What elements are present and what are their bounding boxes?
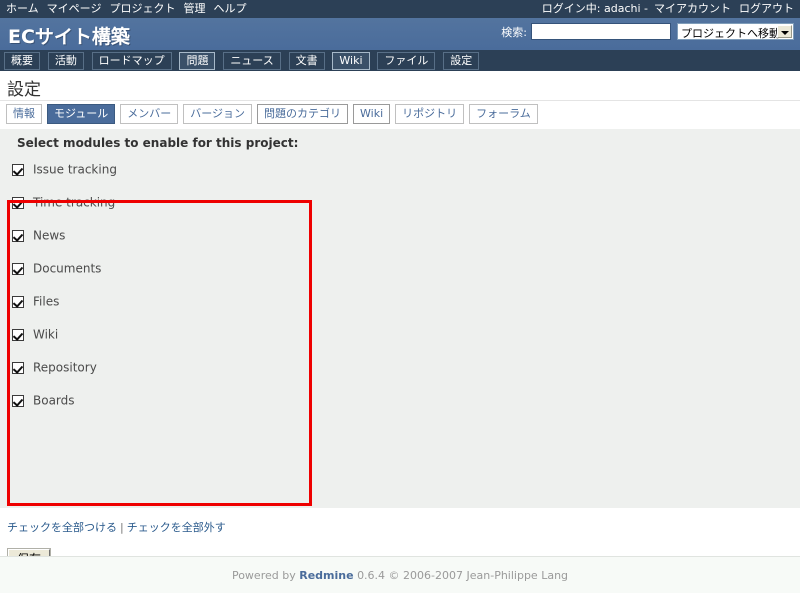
logout-link[interactable]: ログアウト xyxy=(739,2,794,15)
checkbox-time-tracking[interactable] xyxy=(12,196,24,209)
top-menu-item-help[interactable]: ヘルプ xyxy=(213,2,246,15)
module-row-wiki[interactable]: Wiki xyxy=(12,326,117,359)
logged-as-label: ログイン中: adachi - xyxy=(541,2,648,15)
menu-item-issues[interactable]: 問題 xyxy=(179,52,216,70)
top-menu-item-my-page[interactable]: マイページ xyxy=(47,2,102,15)
page-root: ホーム マイページ プロジェクト 管理 ヘルプ ログイン中: adachi - マイアカウ… xyxy=(0,0,800,593)
menu-item-files[interactable]: ファイル xyxy=(377,52,436,70)
menu-link-news[interactable]: ニュース xyxy=(223,52,281,70)
settings-tabs: 情報 モジュール メンバー バージョン 問題のカテゴリ Wiki リポジトリ フォーラム xyxy=(6,104,543,124)
top-menu-links: ホーム マイページ プロジェクト 管理 ヘルプ xyxy=(6,0,254,18)
tab-info[interactable]: 情報 xyxy=(6,104,42,124)
module-label-wiki: Wiki xyxy=(33,327,59,342)
checkbox-news[interactable] xyxy=(12,229,24,242)
menu-item-settings[interactable]: 設定 xyxy=(443,52,480,70)
tab-issue-categories[interactable]: 問題のカテゴリ xyxy=(257,104,349,124)
search-input[interactable] xyxy=(531,23,671,40)
chevron-down-icon[interactable] xyxy=(777,25,792,38)
top-menu-item-home[interactable]: ホーム xyxy=(6,2,39,15)
module-label-news: News xyxy=(33,228,66,243)
tab-repository[interactable]: リポジトリ xyxy=(395,104,465,124)
module-label-time-tracking: Time tracking xyxy=(33,195,116,210)
redmine-link[interactable]: Redmine xyxy=(299,569,353,582)
menu-item-wiki[interactable]: Wiki xyxy=(332,52,370,70)
account-links: ログイン中: adachi - マイアカウント ログアウト xyxy=(542,0,794,18)
checkbox-repository[interactable] xyxy=(12,361,24,374)
project-title: ECサイト構築 xyxy=(8,26,130,48)
module-row-documents[interactable]: Documents xyxy=(12,260,117,293)
module-row-repository[interactable]: Repository xyxy=(12,359,117,392)
title-divider xyxy=(0,100,800,101)
search-label: 検索: xyxy=(501,25,527,39)
tab-boards[interactable]: フォーラム xyxy=(469,104,538,124)
menu-link-documents[interactable]: 文書 xyxy=(288,52,325,70)
menu-link-issues[interactable]: 問題 xyxy=(179,52,216,70)
checkbox-documents[interactable] xyxy=(12,262,24,275)
checkbox-issue-tracking[interactable] xyxy=(12,163,24,176)
module-row-files[interactable]: Files xyxy=(12,293,117,326)
checkbox-boards[interactable] xyxy=(12,394,24,407)
menu-link-settings[interactable]: 設定 xyxy=(443,52,480,70)
project-menu-list: 概要 活動 ロードマップ 問題 ニュース 文書 Wiki ファイル 設定 xyxy=(4,52,483,70)
menu-item-activity[interactable]: 活動 xyxy=(47,52,84,70)
module-label-issue-tracking: Issue tracking xyxy=(33,162,117,177)
menu-item-overview[interactable]: 概要 xyxy=(4,52,40,70)
menu-link-wiki[interactable]: Wiki xyxy=(332,52,370,70)
tab-members[interactable]: メンバー xyxy=(120,104,179,124)
module-row-boards[interactable]: Boards xyxy=(12,392,117,425)
module-row-issue-tracking[interactable]: Issue tracking xyxy=(12,161,117,194)
modules-legend: Select modules to enable for this projec… xyxy=(17,136,299,150)
check-all-link[interactable]: チェックを全部つける xyxy=(7,521,117,534)
checkbox-files[interactable] xyxy=(12,295,24,308)
link-separator: | xyxy=(120,521,124,534)
modules-fieldset: Select modules to enable for this projec… xyxy=(0,128,800,508)
project-jump-label: プロジェクトへ移動... xyxy=(681,27,791,40)
page-title: 設定 xyxy=(7,80,41,100)
content-area: 設定 情報 モジュール メンバー バージョン 問題のカテゴリ Wiki リポジトリ フォーラム… xyxy=(0,71,800,572)
module-label-documents: Documents xyxy=(33,261,102,276)
tab-wiki[interactable]: Wiki xyxy=(353,104,391,124)
footer-text: Powered by Redmine 0.6.4 © 2006-2007 Jea… xyxy=(0,569,800,582)
checkbox-wiki[interactable] xyxy=(12,328,24,341)
project-menu-bar: 概要 活動 ロードマップ 問題 ニュース 文書 Wiki ファイル 設定 xyxy=(0,50,800,71)
module-row-news[interactable]: News xyxy=(12,227,117,260)
my-account-link[interactable]: マイアカウント xyxy=(654,2,731,15)
menu-link-files[interactable]: ファイル xyxy=(377,52,436,70)
top-menu-item-administration[interactable]: 管理 xyxy=(183,2,205,15)
page-footer: Powered by Redmine 0.6.4 © 2006-2007 Jea… xyxy=(0,556,800,593)
menu-item-news[interactable]: ニュース xyxy=(223,52,281,70)
menu-link-overview[interactable]: 概要 xyxy=(4,52,40,70)
menu-link-roadmap[interactable]: ロードマップ xyxy=(91,52,172,70)
tab-versions[interactable]: バージョン xyxy=(183,104,253,124)
project-header: ECサイト構築 検索: プロジェクトへ移動... xyxy=(0,18,800,50)
check-toggle-links: チェックを全部つける | チェックを全部外す xyxy=(7,519,226,535)
module-row-time-tracking[interactable]: Time tracking xyxy=(12,194,117,227)
tab-modules[interactable]: モジュール xyxy=(47,104,116,124)
modules-list: Issue tracking Time tracking News Docume… xyxy=(12,161,117,425)
module-label-boards: Boards xyxy=(33,393,75,408)
footer-powered-by: Powered by xyxy=(231,569,296,582)
menu-item-documents[interactable]: 文書 xyxy=(288,52,325,70)
top-menu-bar: ホーム マイページ プロジェクト 管理 ヘルプ ログイン中: adachi - マイアカウ… xyxy=(0,0,800,18)
project-jump-select[interactable]: プロジェクトへ移動... xyxy=(677,23,794,40)
menu-item-roadmap[interactable]: ロードマップ xyxy=(91,52,172,70)
module-label-files: Files xyxy=(33,294,60,309)
uncheck-all-link[interactable]: チェックを全部外す xyxy=(127,521,226,534)
footer-version-copyright: 0.6.4 © 2006-2007 Jean-Philippe Lang xyxy=(357,569,569,582)
top-menu-item-projects[interactable]: プロジェクト xyxy=(109,2,175,15)
quick-search-area: 検索: プロジェクトへ移動... xyxy=(501,23,794,43)
module-label-repository: Repository xyxy=(33,360,97,375)
menu-link-activity[interactable]: 活動 xyxy=(47,52,84,70)
